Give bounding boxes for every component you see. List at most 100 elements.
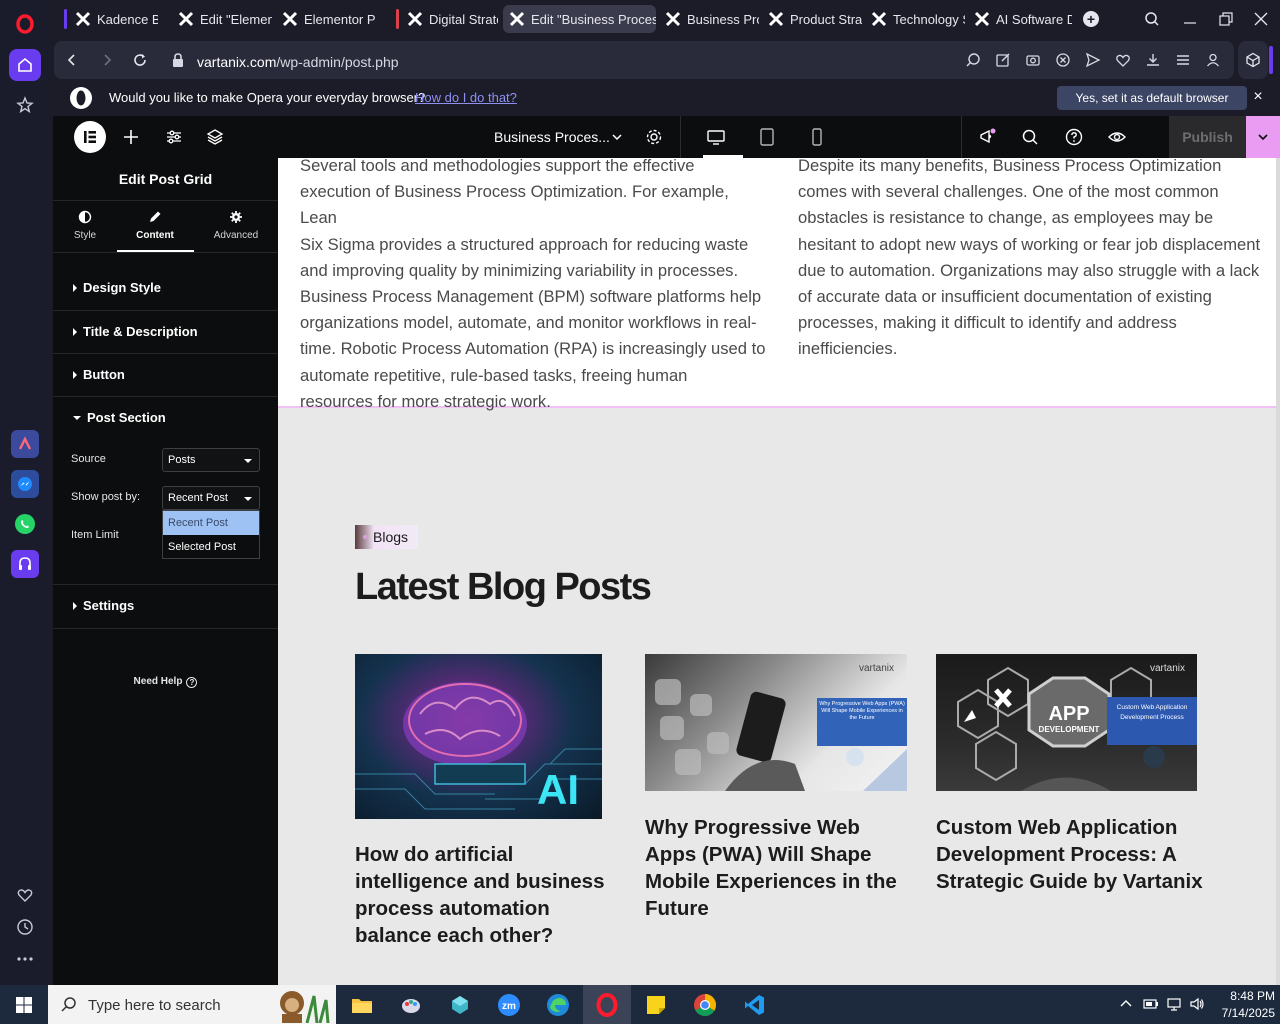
section-title-description[interactable]: Title & Description bbox=[73, 324, 198, 339]
file-explorer-icon[interactable] bbox=[338, 985, 386, 1024]
home-icon[interactable] bbox=[9, 49, 41, 81]
minimize-icon[interactable] bbox=[1182, 11, 1198, 27]
sticky-notes-icon[interactable] bbox=[632, 985, 680, 1024]
site-settings-icon[interactable] bbox=[164, 127, 184, 147]
post-image-pwa[interactable]: vartanix Why Progressive Web Apps (PWA) … bbox=[645, 654, 907, 791]
post-image-app-development[interactable]: APP DEVELOPMENT vartanix Custom Web Appl… bbox=[936, 654, 1197, 791]
right-paragraph[interactable]: Despite its many benefits, Business Proc… bbox=[798, 158, 1268, 363]
section-button[interactable]: Button bbox=[73, 367, 125, 382]
browser-tab[interactable]: Product Strategy bbox=[762, 5, 862, 33]
download-icon[interactable] bbox=[1145, 52, 1161, 68]
tab-advanced[interactable]: Advanced bbox=[201, 210, 271, 241]
mobile-view-icon[interactable] bbox=[807, 127, 827, 147]
messenger-icon[interactable] bbox=[11, 470, 39, 498]
aria-app-icon[interactable] bbox=[11, 430, 39, 458]
editor-canvas[interactable]: Several tools and methodologies support … bbox=[278, 158, 1280, 985]
publish-button[interactable]: Publish bbox=[1169, 116, 1246, 158]
browser-tab[interactable]: Edit "Elementor bbox=[172, 5, 272, 33]
help-icon[interactable] bbox=[1064, 127, 1084, 147]
opera-taskbar-icon[interactable] bbox=[583, 985, 631, 1024]
address-bar[interactable]: vartanix.com/wp-admin/post.php bbox=[54, 41, 1234, 79]
whatsapp-icon[interactable] bbox=[11, 510, 39, 538]
left-paragraph[interactable]: Several tools and methodologies support … bbox=[300, 158, 770, 415]
edit-url-icon[interactable] bbox=[995, 52, 1011, 68]
notifications-icon[interactable] bbox=[977, 127, 997, 147]
section-design-style[interactable]: Design Style bbox=[73, 280, 161, 295]
send-icon[interactable] bbox=[1085, 52, 1101, 68]
how-to-link[interactable]: How do I do that? bbox=[415, 90, 517, 105]
option-selected-post[interactable]: Selected Post bbox=[163, 535, 259, 559]
source-select[interactable]: Posts bbox=[162, 448, 260, 472]
option-recent-post[interactable]: Recent Post bbox=[163, 511, 259, 535]
post-title-3[interactable]: Custom Web Application Development Proce… bbox=[936, 814, 1206, 895]
search-tabs-icon[interactable] bbox=[1144, 11, 1160, 27]
page-settings-icon[interactable] bbox=[644, 127, 664, 147]
chrome-icon[interactable] bbox=[681, 985, 729, 1024]
system-clock[interactable]: 8:48 PM 7/14/2025 bbox=[1200, 988, 1275, 1022]
new-tab-icon[interactable]: + bbox=[1083, 11, 1099, 27]
star-icon[interactable] bbox=[9, 89, 41, 121]
browser-tab[interactable]: Kadence Blocks bbox=[58, 5, 158, 33]
show-post-by-select[interactable]: Recent Post bbox=[162, 486, 260, 510]
3d-app-icon[interactable] bbox=[436, 985, 484, 1024]
reload-icon[interactable] bbox=[132, 52, 148, 68]
tray-chevron-up-icon[interactable] bbox=[1119, 997, 1133, 1011]
extensions-icon[interactable] bbox=[1238, 41, 1268, 79]
browser-tab[interactable]: Technology Strategy bbox=[865, 5, 965, 33]
vscode-icon[interactable] bbox=[730, 985, 778, 1024]
post-title-1[interactable]: How do artificial intelligence and busin… bbox=[355, 841, 620, 949]
battery-icon[interactable] bbox=[1143, 996, 1159, 1012]
browser-tab[interactable]: Edit "Business Process Optimization" bbox=[503, 5, 656, 33]
back-icon[interactable] bbox=[64, 52, 80, 68]
document-title[interactable]: Business Proces... bbox=[494, 129, 610, 145]
search-icon[interactable] bbox=[1020, 127, 1040, 147]
history-icon[interactable] bbox=[9, 911, 41, 943]
text-section[interactable]: Several tools and methodologies support … bbox=[278, 158, 1280, 411]
favorite-icon[interactable] bbox=[1115, 52, 1131, 68]
opera-logo-icon[interactable] bbox=[9, 8, 41, 40]
browser-tab[interactable]: Business Process bbox=[659, 5, 759, 33]
desktop-view-icon[interactable] bbox=[706, 127, 726, 147]
zoom-app-icon[interactable]: zm bbox=[485, 985, 533, 1024]
structure-icon[interactable] bbox=[205, 127, 225, 147]
network-icon[interactable] bbox=[1166, 996, 1182, 1012]
lock-icon[interactable] bbox=[170, 52, 186, 68]
browser-tab[interactable]: Digital Strategy bbox=[390, 5, 498, 33]
paragraph-line: obstacles is resistance to change, as em… bbox=[798, 208, 1214, 228]
search-page-icon[interactable] bbox=[965, 52, 981, 68]
adblock-icon[interactable] bbox=[1055, 52, 1071, 68]
forward-icon[interactable] bbox=[99, 52, 115, 68]
snapshot-icon[interactable] bbox=[1025, 52, 1041, 68]
taskbar-search[interactable]: Type here to search bbox=[48, 985, 336, 1024]
browser-tab[interactable]: AI Software Development bbox=[968, 5, 1072, 33]
heart-icon[interactable] bbox=[9, 879, 41, 911]
post-title-2[interactable]: Why Progressive Web Apps (PWA) Will Shap… bbox=[645, 814, 915, 922]
preview-eye-icon[interactable] bbox=[1107, 127, 1127, 147]
more-icon[interactable] bbox=[9, 943, 41, 975]
close-window-icon[interactable] bbox=[1253, 11, 1269, 27]
post-image-ai-brain[interactable]: AI bbox=[355, 654, 602, 819]
sidebar-toggle[interactable] bbox=[1269, 46, 1273, 74]
url-text[interactable]: vartanix.com/wp-admin/post.php bbox=[197, 54, 399, 70]
close-prompt-button[interactable]: × bbox=[1248, 88, 1268, 106]
restore-icon[interactable] bbox=[1218, 11, 1234, 27]
set-default-button[interactable]: Yes, set it as default browser bbox=[1057, 86, 1247, 110]
edge-browser-icon[interactable] bbox=[534, 985, 582, 1024]
browser-tab[interactable]: Elementor Page bbox=[276, 5, 376, 33]
tab-style[interactable]: Style bbox=[50, 210, 120, 241]
elementor-logo-icon[interactable] bbox=[74, 121, 106, 153]
tablet-view-icon[interactable] bbox=[757, 127, 777, 147]
windows-start-icon[interactable] bbox=[0, 985, 48, 1024]
profile-icon[interactable] bbox=[1205, 52, 1221, 68]
section-settings[interactable]: Settings bbox=[73, 598, 134, 613]
publish-options-button[interactable] bbox=[1246, 116, 1280, 158]
section-post-section[interactable]: Post Section bbox=[73, 410, 166, 425]
music-player-icon[interactable] bbox=[11, 550, 39, 578]
tab-content[interactable]: Content bbox=[120, 210, 190, 241]
easy-setup-icon[interactable] bbox=[1175, 52, 1191, 68]
need-help-link[interactable]: Need Help? bbox=[53, 676, 278, 688]
canvas-scrollbar[interactable] bbox=[1276, 158, 1280, 985]
chevron-down-icon[interactable] bbox=[607, 127, 627, 147]
paint-app-icon[interactable] bbox=[387, 985, 435, 1024]
add-element-icon[interactable] bbox=[121, 127, 141, 147]
